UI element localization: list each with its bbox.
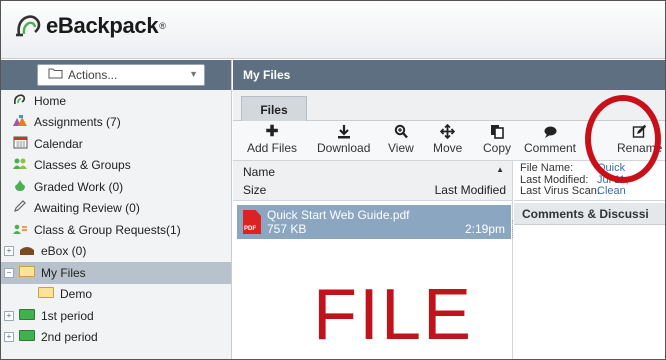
file-toolbar: ✚ Add Files Download View Move Copy Comm… [233,121,665,161]
sidebar-item-label: Calendar [34,136,83,151]
sidebar-item-label: 1st period [41,308,94,323]
download-button[interactable]: Download [317,124,370,155]
sidebar-item-label: My Files [41,265,86,280]
actions-bar: Actions... ▼ [1,60,231,90]
file-size: 757 KB [267,222,307,236]
expand-plus-icon[interactable]: + [4,332,14,343]
move-icon [433,123,462,141]
tab-files[interactable]: Files [241,96,307,122]
file-properties: File Name: Quick Last Modified: Jul 11, La… [514,161,665,201]
virus-scan-value[interactable]: Clean [597,185,626,198]
file-name-label: File Name: [520,162,574,174]
sort-ascending-icon[interactable]: ▲ [496,165,504,174]
file-detail-pane: File Name: Quick Last Modified: Jul 11, La… [514,161,665,359]
brand-logo[interactable]: eBackpack ® [15,13,166,39]
rename-icon [617,124,662,141]
download-icon [317,124,370,141]
sidebar-item-label: Classes & Groups [34,158,131,173]
toolbar-label: Copy [483,141,512,155]
file-modified: 2:19pm [464,222,505,236]
column-size-header[interactable]: Size [243,183,266,197]
sidebar-item-demo[interactable]: Demo [1,284,231,306]
sidebar-item-awaiting-review[interactable]: Awaiting Review (0) [1,198,231,220]
sidebar-item-label: Demo [60,287,93,302]
sidebar-item-label: Class & Group Requests(1) [34,222,181,237]
pencil-icon [11,200,29,216]
top-bar: eBackpack ® [1,1,665,59]
green-folder-icon [18,308,36,323]
sidebar-item-label: Graded Work (0) [34,179,124,194]
sidebar-item-group-requests[interactable]: Class & Group Requests(1) [1,219,231,241]
brand-name: eBackpack [46,13,159,38]
sidebar-item-label: eBox (0) [41,244,87,259]
file-name-value: Quick [597,162,626,174]
toolbar-label: Add Files [247,141,298,155]
move-button[interactable]: Move [433,123,463,155]
collapse-minus-icon[interactable]: − [4,267,14,278]
expand-plus-icon[interactable]: + [4,310,14,321]
folder-icon [18,265,36,280]
sidebar: Actions... ▼ Home Assignments (7) Calend… [1,60,232,359]
file-row[interactable]: PDF Quick Start Web Guide.pdf 757 KB 2:1… [237,205,511,239]
copy-button[interactable]: Copy [483,124,511,155]
file-list-pane: Name ▲ Size Last Modified PDF Quick Star… [233,161,513,359]
pdf-file-icon: PDF [243,210,261,234]
brand-registered-mark: ® [159,21,166,31]
file-annotation-text: FILE [313,275,474,355]
groups-icon [11,157,29,173]
page-title: My Files [233,60,665,90]
home-icon [11,93,29,108]
sidebar-item-label: Assignments (7) [34,115,121,130]
toolbar-label: Move [433,141,463,155]
tab-strip: Files [233,90,665,122]
ebackpack-logo-icon [16,15,41,37]
toolbar-label: Download [317,141,371,155]
sidebar-item-1st-period[interactable]: + 1st period [1,305,231,327]
sidebar-item-assignments[interactable]: Assignments (7) [1,112,231,134]
folder-icon [37,287,55,301]
sidebar-item-my-files[interactable]: − My Files [1,262,231,284]
main-panel: My Files Files ✚ Add Files Download View [233,60,665,359]
chevron-down-icon: ▼ [189,69,198,79]
ebox-icon [18,244,36,259]
plus-icon: ✚ [265,123,279,140]
actions-label: Actions... [68,68,118,82]
virus-scan-label: Last Virus Scan: [520,185,600,197]
sidebar-item-label: Home [34,93,67,108]
app-window: eBackpack ® Actions... ▼ Home Assignment… [0,0,666,360]
toolbar-label: View [388,141,414,155]
pdf-badge-text: PDF [244,226,256,232]
comment-button[interactable]: Comment [524,124,576,155]
sidebar-item-home[interactable]: Home [1,90,231,112]
add-files-button[interactable]: ✚ Add Files [247,123,298,156]
copy-icon [483,124,511,141]
column-modified-header[interactable]: Last Modified [435,183,506,197]
sidebar-item-label: 2nd period [41,330,98,345]
toolbar-label: Rename [617,141,663,155]
sidebar-nav: Home Assignments (7) Calendar Classes & … [1,90,231,348]
folder-outline-icon [48,68,63,82]
file-list-header: Name ▲ Size Last Modified [233,161,512,201]
sidebar-item-classes-groups[interactable]: Classes & Groups [1,155,231,177]
graded-icon [11,179,29,195]
sidebar-item-2nd-period[interactable]: + 2nd period [1,327,231,349]
rename-button[interactable]: Rename [617,124,662,155]
actions-dropdown[interactable]: Actions... ▼ [37,64,205,86]
sidebar-item-graded-work[interactable]: Graded Work (0) [1,176,231,198]
comment-icon [524,124,576,141]
view-button[interactable]: View [388,124,414,155]
sidebar-item-ebox[interactable]: + eBox (0) [1,241,231,263]
column-name-header[interactable]: Name [243,165,275,179]
green-folder-icon [18,330,36,344]
zoom-icon [388,124,414,141]
sidebar-item-label: Awaiting Review (0) [34,201,140,216]
toolbar-label: Comment [524,141,577,155]
sidebar-item-calendar[interactable]: Calendar [1,133,231,155]
requests-icon [11,222,29,238]
expand-plus-icon[interactable]: + [4,246,14,257]
assignments-icon [11,114,29,130]
comments-header[interactable]: Comments & Discussi [514,203,665,225]
calendar-icon [11,136,29,152]
file-name: Quick Start Web Guide.pdf [267,208,410,222]
